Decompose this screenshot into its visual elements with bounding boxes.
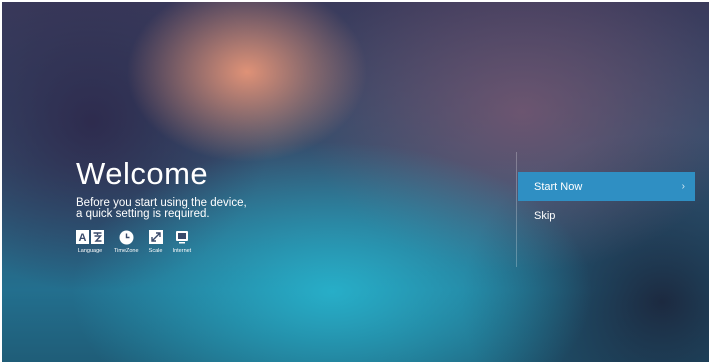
- skip-button[interactable]: Skip: [518, 201, 695, 230]
- step-language-label: Language: [77, 248, 103, 254]
- step-timezone: TimeZone: [114, 229, 139, 254]
- start-now-button[interactable]: Start Now ›: [518, 172, 695, 201]
- subtitle-line-2: a quick setting is required.: [76, 208, 210, 220]
- welcome-block: Welcome Before you start using the devic…: [76, 157, 247, 254]
- step-internet: Internet: [172, 229, 192, 254]
- action-menu: Start Now › Skip: [518, 172, 695, 230]
- welcome-title: Welcome: [76, 156, 209, 191]
- chevron-right-icon: ›: [681, 181, 685, 192]
- scale-icon: [148, 229, 163, 245]
- setup-steps: A Language TimeZone Scale Internet: [76, 229, 247, 254]
- step-language: A Language: [76, 229, 104, 254]
- internet-icon: [175, 229, 189, 245]
- language-icon: A: [76, 229, 104, 245]
- vertical-divider: [516, 152, 517, 267]
- skip-label: Skip: [534, 209, 556, 222]
- start-now-label: Start Now: [534, 180, 583, 193]
- step-scale: Scale: [148, 229, 163, 254]
- clock-icon: [119, 229, 134, 245]
- svg-text:A: A: [79, 232, 87, 244]
- step-timezone-label: TimeZone: [114, 248, 139, 254]
- step-internet-label: Internet: [172, 248, 192, 254]
- step-scale-label: Scale: [148, 248, 163, 254]
- welcome-screen: Welcome Before you start using the devic…: [2, 2, 709, 362]
- welcome-subtitle: Before you start using the device, a qui…: [76, 197, 247, 220]
